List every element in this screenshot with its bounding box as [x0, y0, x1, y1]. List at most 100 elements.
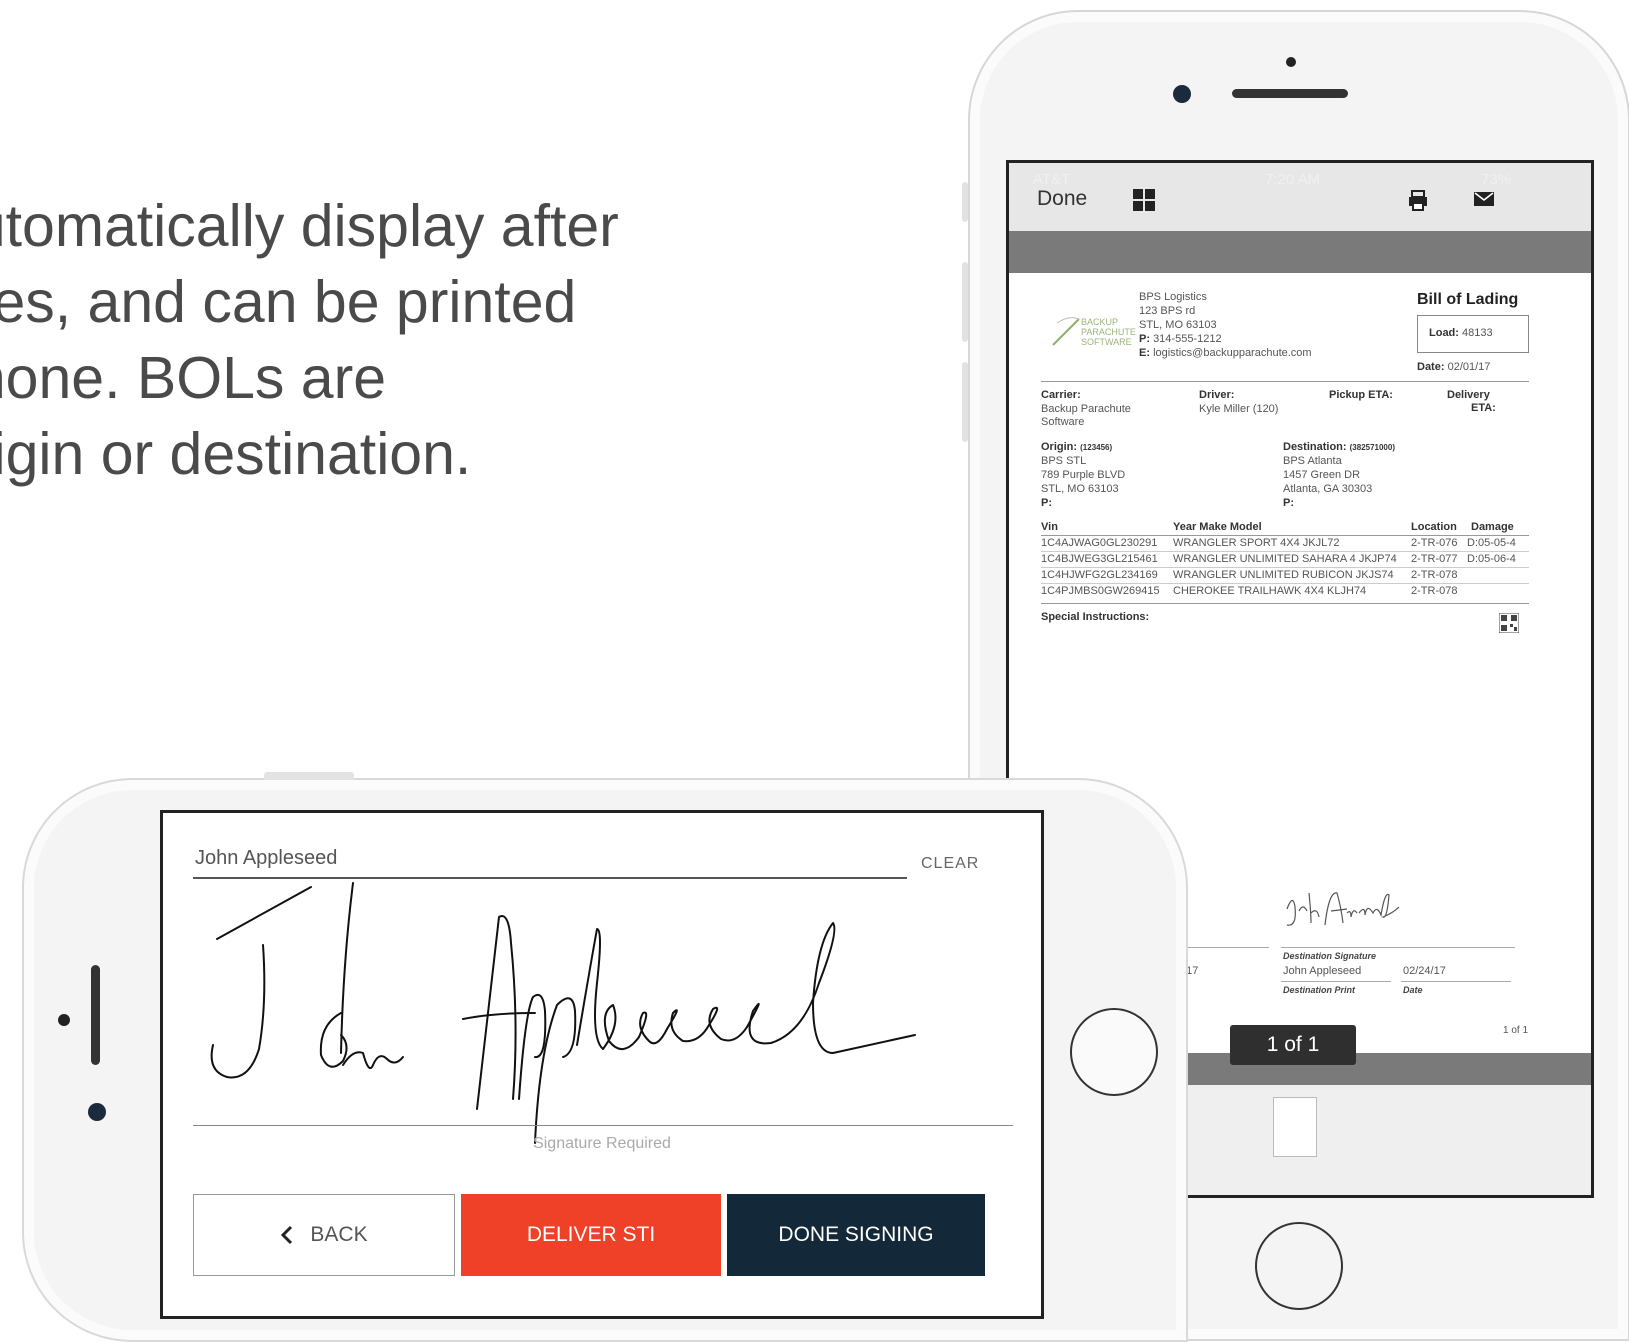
- driver-field: Driver:: [1199, 389, 1234, 401]
- destination-signature-image: [1286, 892, 1400, 926]
- damage-cell: D:05-05-4: [1467, 537, 1516, 549]
- chevron-left-icon: [281, 1225, 293, 1245]
- signature-baseline: [193, 1125, 1013, 1126]
- mail-icon[interactable]: [1473, 191, 1495, 207]
- company-address-2: STL, MO 63103: [1139, 319, 1217, 331]
- horizontal-phone: John Appleseed CLEAR Signature Required …: [22, 772, 1188, 1342]
- battery-label: 73%: [1481, 171, 1512, 188]
- phone-label: P:: [1139, 333, 1150, 345]
- company-logo-text: BACKUP PARACHUTE SOFTWARE: [1081, 317, 1136, 347]
- delivery-eta-field-2: ETA:: [1471, 402, 1496, 414]
- column-header-location: Location: [1411, 521, 1457, 533]
- volume-up-button: [962, 262, 968, 342]
- divider: [1041, 603, 1529, 604]
- marketing-line: origin or destination.: [0, 421, 472, 487]
- vin-cell: 1C4BJWEG3GL215461: [1041, 553, 1158, 565]
- column-header-damage: Damage: [1471, 521, 1514, 533]
- status-time: 7:20 AM: [1265, 171, 1321, 188]
- delivery-eta-label: Delivery: [1447, 389, 1490, 401]
- vin-cell: 1C4HJWFG2GL234169: [1041, 569, 1158, 581]
- load-label: Load:: [1429, 327, 1459, 339]
- divider: [1041, 535, 1529, 536]
- logo-line: BACKUP: [1081, 317, 1119, 327]
- signature-line: [1281, 981, 1391, 982]
- row-divider: [1041, 583, 1529, 584]
- deliver-sti-button[interactable]: DELIVER STI: [461, 1194, 721, 1276]
- vin-cell: 1C4AJWAG0GL230291: [1041, 537, 1158, 549]
- column-header: Year Make Model: [1173, 521, 1262, 533]
- origin-phone-label: P:: [1041, 497, 1052, 509]
- earpiece-speaker: [91, 965, 100, 1065]
- delivery-eta-label: ETA:: [1471, 402, 1496, 414]
- ymm-cell: WRANGLER UNLIMITED SAHARA 4 JKJP74: [1173, 553, 1397, 565]
- column-header: Location: [1411, 521, 1457, 533]
- damage-cell: D:05-06-4: [1467, 553, 1516, 565]
- date-value: 02/01/17: [1447, 361, 1491, 373]
- row-divider: [1041, 567, 1529, 568]
- special-instructions-label: Special Instructions:: [1041, 611, 1150, 623]
- destination-line: 1457 Green DR: [1283, 469, 1361, 481]
- destination-signature-label: Destination Signature: [1283, 951, 1377, 961]
- page-thumbnail[interactable]: [1273, 1097, 1317, 1157]
- ymm-cell: WRANGLER SPORT 4X4 JKJL72: [1173, 537, 1340, 549]
- ymm-cell: WRANGLER UNLIMITED RUBICON JKJS74: [1173, 569, 1394, 581]
- done-signing-label: DONE SIGNING: [778, 1223, 934, 1246]
- column-header-vin: Vin: [1041, 521, 1058, 533]
- page-indicator: 1 of 1: [1230, 1025, 1356, 1065]
- special-instructions: Special Instructions:: [1041, 611, 1149, 623]
- signature-line: [1281, 947, 1515, 948]
- origin-label: Origin:: [1041, 441, 1078, 453]
- pickup-eta-label: Pickup ETA:: [1329, 389, 1393, 401]
- date-label: Date:: [1417, 361, 1445, 373]
- delivery-eta-field: Delivery: [1447, 389, 1490, 401]
- marketing-line: automatically display after: [0, 193, 619, 259]
- done-button[interactable]: Done: [1037, 187, 1087, 211]
- document-title: Bill of Lading: [1417, 291, 1519, 308]
- phone-value: 314-555-1212: [1153, 333, 1222, 345]
- proximity-sensor: [1286, 57, 1296, 67]
- load-value: 48133: [1462, 327, 1493, 339]
- destination-date-label: Date: [1403, 985, 1423, 995]
- ymm-cell: CHEROKEE TRAILHAWK 4X4 KLJH74: [1173, 585, 1367, 597]
- column-header: Vin: [1041, 521, 1058, 533]
- earpiece-speaker: [1232, 89, 1348, 98]
- company-phone: P: 314-555-1212: [1139, 333, 1222, 345]
- carrier-label: Carrier:: [1041, 389, 1081, 401]
- load-number: Load: 48133: [1429, 327, 1493, 339]
- print-icon[interactable]: [1407, 189, 1429, 211]
- company-address-1: 123 BPS rd: [1139, 305, 1196, 317]
- grid-icon[interactable]: [1133, 189, 1155, 211]
- marketing-text-block: automatically display after ures, and ca…: [0, 188, 760, 508]
- company-name: BPS Logistics: [1139, 291, 1207, 303]
- driver-value: Kyle Miller (120): [1199, 403, 1279, 415]
- driver-label: Driver:: [1199, 389, 1235, 401]
- marketing-line: ures, and can be printed: [0, 269, 577, 335]
- column-header: Damage: [1471, 521, 1514, 533]
- home-button[interactable]: [1070, 1008, 1158, 1096]
- destination-line: BPS Atlanta: [1283, 455, 1342, 467]
- destination-line: Atlanta, GA 30303: [1283, 483, 1373, 495]
- power-button: [264, 772, 354, 780]
- back-button[interactable]: BACK: [193, 1194, 455, 1276]
- toolbar-divider-band: [1009, 231, 1591, 273]
- home-button[interactable]: [1255, 1222, 1343, 1310]
- destination-id: (382571000): [1349, 443, 1395, 452]
- origin-line: BPS STL: [1041, 455, 1087, 467]
- marketing-headline: automatically display after ures, and ca…: [0, 188, 619, 492]
- page-number: 1 of 1: [1503, 1025, 1529, 1036]
- origin-line: 789 Purple BLVD: [1041, 469, 1126, 481]
- carrier-value: Backup Parachute: [1041, 403, 1131, 415]
- signature-required-hint: Signature Required: [533, 1135, 671, 1152]
- signature-strokes: [210, 882, 916, 1144]
- location-cell: 2-TR-077: [1411, 553, 1458, 565]
- qr-code-icon: [1499, 613, 1519, 633]
- done-signing-button[interactable]: DONE SIGNING: [727, 1194, 985, 1276]
- deliver-button-label: DELIVER STI: [526, 1223, 656, 1246]
- carrier-field: Carrier:: [1041, 389, 1081, 401]
- document-date: Date: 02/01/17: [1417, 361, 1490, 373]
- signature-screen: John Appleseed CLEAR Signature Required …: [160, 810, 1044, 1319]
- destination-field: Destination: (382571000): [1283, 441, 1395, 453]
- mute-switch: [962, 182, 968, 222]
- front-camera-icon: [88, 1103, 106, 1121]
- carrier-value-2: Software: [1041, 416, 1085, 428]
